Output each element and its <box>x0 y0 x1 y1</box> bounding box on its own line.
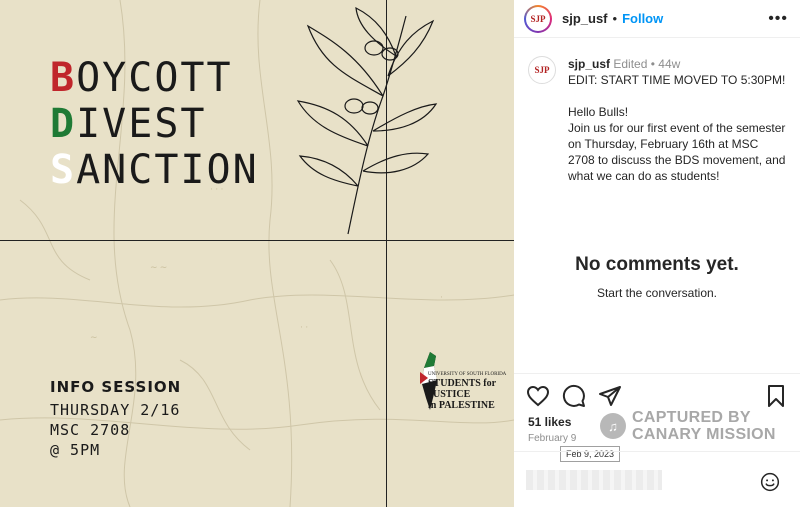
post-age[interactable]: 44w <box>658 57 680 71</box>
post-image[interactable]: · · · ∼ ∼ · · ∼ · BOYCOTT DIVEST SANCTIO… <box>0 0 514 507</box>
headline-sanction: SANCTION <box>50 147 259 193</box>
info-title: INFO SESSION <box>50 378 182 396</box>
header-username[interactable]: sjp_usf <box>562 11 608 26</box>
info-date: THURSDAY 2/16 <box>50 401 181 419</box>
no-comments-title: No comments yet. <box>575 254 739 275</box>
bird-icon: ♫ <box>600 413 626 439</box>
sjp-logo-text: UNIVERSITY OF SOUTH FLORIDA STUDENTS for… <box>428 372 507 411</box>
no-comments-subtitle: Start the conversation. <box>596 286 718 300</box>
caption-meta: sjp_usf Edited • 44w <box>568 57 681 71</box>
caption-paragraph: EDIT: START TIME MOVED TO 5:30PM! <box>568 73 786 87</box>
follow-button[interactable]: Follow <box>622 11 663 26</box>
svg-text:∼: ∼ <box>90 332 98 342</box>
svg-text:∼ ∼: ∼ ∼ <box>150 262 167 272</box>
caption-paragraph: Hello Bulls! Join us for our first event… <box>568 105 786 183</box>
info-time: @ 5PM <box>50 441 101 459</box>
heart-icon[interactable] <box>526 384 550 408</box>
header-separator: • <box>612 11 618 26</box>
empty-comments: No comments yet. Start the conversation. <box>514 254 800 300</box>
info-location: MSC 2708 <box>50 421 131 439</box>
headline-boycott: BOYCOTT <box>50 55 233 101</box>
headline-divest: DIVEST <box>50 101 207 147</box>
emoji-icon[interactable] <box>760 472 780 492</box>
share-icon[interactable] <box>598 384 622 408</box>
olive-branch-illustration <box>296 6 438 235</box>
svg-text:·: · <box>440 292 443 302</box>
canary-mission-watermark: ♫ CAPTURED BY CANARY MISSION <box>600 409 776 443</box>
avatar[interactable]: SJP <box>524 4 552 33</box>
grid-line-horizontal <box>0 240 514 241</box>
caption-username[interactable]: sjp_usf <box>568 57 610 71</box>
edited-label: Edited <box>613 57 648 71</box>
bookmark-icon[interactable] <box>764 384 788 408</box>
post-date[interactable]: February 9 <box>528 433 576 444</box>
comment-icon[interactable] <box>562 384 586 408</box>
comment-input[interactable] <box>526 469 662 490</box>
comment-bar <box>514 451 800 507</box>
post-side-panel: SJP sjp_usf • Follow ••• SJP sjp_usf Edi… <box>514 0 800 507</box>
svg-text:· ·: · · <box>300 322 308 332</box>
caption-text: EDIT: START TIME MOVED TO 5:30PM! Hello … <box>568 72 788 184</box>
event-info: INFO SESSION THURSDAY 2/16 MSC 2708 @ 5P… <box>50 378 181 460</box>
post-header: SJP sjp_usf • Follow ••• <box>514 0 800 38</box>
caption-avatar[interactable]: SJP <box>528 56 556 84</box>
more-horizontal-icon[interactable]: ••• <box>768 10 788 28</box>
likes-count[interactable]: 51 likes <box>528 415 571 429</box>
caption: SJP sjp_usf Edited • 44w EDIT: START TIM… <box>514 38 800 200</box>
